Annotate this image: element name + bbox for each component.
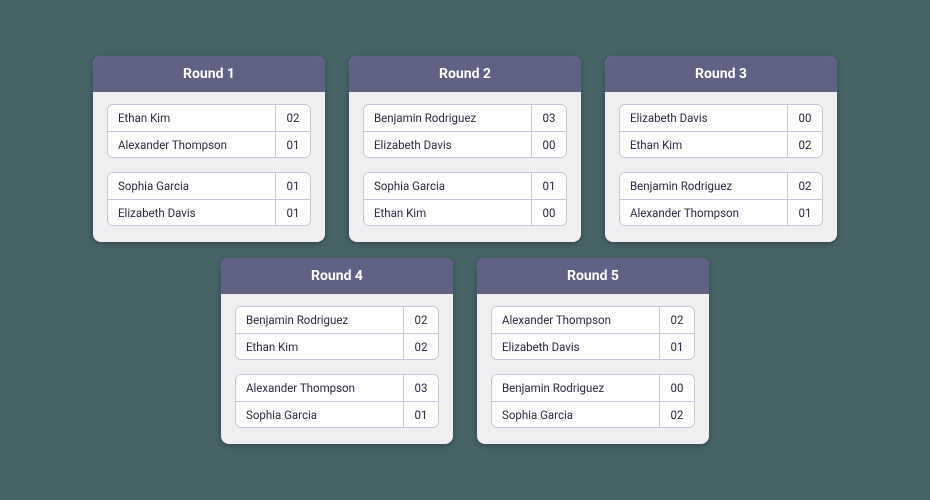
player-score: 01 [276, 173, 310, 199]
bracket-row-top: Round 1 Ethan Kim 02 Alexander Thompson … [93, 56, 837, 242]
player-score: 01 [404, 402, 438, 427]
match: Benjamin Rodriguez 03 Elizabeth Davis 00 [363, 104, 567, 158]
player-name: Benjamin Rodriguez [620, 173, 788, 199]
player-name: Elizabeth Davis [108, 200, 276, 225]
player-score: 00 [532, 200, 566, 225]
player-score: 02 [660, 307, 694, 333]
round-body: Ethan Kim 02 Alexander Thompson 01 Sophi… [93, 92, 325, 242]
player-row: Sophia Garcia 02 [492, 401, 694, 427]
player-name: Alexander Thompson [236, 375, 404, 401]
player-name: Elizabeth Davis [492, 334, 660, 359]
match: Elizabeth Davis 00 Ethan Kim 02 [619, 104, 823, 158]
match: Sophia Garcia 01 Elizabeth Davis 01 [107, 172, 311, 226]
player-row: Ethan Kim 02 [236, 333, 438, 359]
round-card: Round 3 Elizabeth Davis 00 Ethan Kim 02 … [605, 56, 837, 242]
player-row: Benjamin Rodriguez 03 [364, 105, 566, 131]
player-score: 01 [660, 334, 694, 359]
player-name: Sophia Garcia [492, 402, 660, 427]
player-name: Sophia Garcia [108, 173, 276, 199]
round-title: Round 5 [477, 258, 709, 294]
player-row: Ethan Kim 02 [108, 105, 310, 131]
player-score: 02 [276, 105, 310, 131]
player-name: Benjamin Rodriguez [236, 307, 404, 333]
round-title: Round 1 [93, 56, 325, 92]
round-body: Elizabeth Davis 00 Ethan Kim 02 Benjamin… [605, 92, 837, 242]
player-score: 03 [532, 105, 566, 131]
match: Benjamin Rodriguez 00 Sophia Garcia 02 [491, 374, 695, 428]
player-name: Sophia Garcia [236, 402, 404, 427]
round-card: Round 5 Alexander Thompson 02 Elizabeth … [477, 258, 709, 444]
player-name: Alexander Thompson [620, 200, 788, 225]
player-score: 00 [788, 105, 822, 131]
player-row: Benjamin Rodriguez 02 [620, 173, 822, 199]
player-score: 02 [660, 402, 694, 427]
player-row: Ethan Kim 00 [364, 199, 566, 225]
player-name: Alexander Thompson [108, 132, 276, 157]
round-title: Round 3 [605, 56, 837, 92]
player-score: 01 [276, 200, 310, 225]
player-row: Ethan Kim 02 [620, 131, 822, 157]
round-body: Benjamin Rodriguez 03 Elizabeth Davis 00… [349, 92, 581, 242]
player-name: Elizabeth Davis [620, 105, 788, 131]
player-row: Sophia Garcia 01 [236, 401, 438, 427]
match: Sophia Garcia 01 Ethan Kim 00 [363, 172, 567, 226]
player-row: Alexander Thompson 03 [236, 375, 438, 401]
player-row: Alexander Thompson 02 [492, 307, 694, 333]
player-name: Sophia Garcia [364, 173, 532, 199]
player-row: Alexander Thompson 01 [620, 199, 822, 225]
round-title: Round 2 [349, 56, 581, 92]
player-row: Benjamin Rodriguez 02 [236, 307, 438, 333]
player-name: Ethan Kim [620, 132, 788, 157]
round-body: Benjamin Rodriguez 02 Ethan Kim 02 Alexa… [221, 294, 453, 444]
round-card: Round 2 Benjamin Rodriguez 03 Elizabeth … [349, 56, 581, 242]
player-row: Sophia Garcia 01 [364, 173, 566, 199]
player-name: Ethan Kim [236, 334, 404, 359]
player-name: Ethan Kim [364, 200, 532, 225]
match: Benjamin Rodriguez 02 Alexander Thompson… [619, 172, 823, 226]
round-title: Round 4 [221, 258, 453, 294]
match: Benjamin Rodriguez 02 Ethan Kim 02 [235, 306, 439, 360]
player-score: 02 [788, 132, 822, 157]
round-body: Alexander Thompson 02 Elizabeth Davis 01… [477, 294, 709, 444]
player-score: 01 [532, 173, 566, 199]
player-name: Benjamin Rodriguez [492, 375, 660, 401]
match: Alexander Thompson 03 Sophia Garcia 01 [235, 374, 439, 428]
player-score: 00 [660, 375, 694, 401]
player-name: Alexander Thompson [492, 307, 660, 333]
round-card: Round 1 Ethan Kim 02 Alexander Thompson … [93, 56, 325, 242]
player-row: Elizabeth Davis 01 [492, 333, 694, 359]
player-row: Elizabeth Davis 00 [364, 131, 566, 157]
player-name: Ethan Kim [108, 105, 276, 131]
player-row: Benjamin Rodriguez 00 [492, 375, 694, 401]
player-row: Alexander Thompson 01 [108, 131, 310, 157]
player-score: 03 [404, 375, 438, 401]
player-score: 01 [276, 132, 310, 157]
player-score: 01 [788, 200, 822, 225]
player-score: 02 [404, 307, 438, 333]
player-score: 02 [404, 334, 438, 359]
player-name: Benjamin Rodriguez [364, 105, 532, 131]
round-card: Round 4 Benjamin Rodriguez 02 Ethan Kim … [221, 258, 453, 444]
player-name: Elizabeth Davis [364, 132, 532, 157]
player-row: Elizabeth Davis 00 [620, 105, 822, 131]
player-row: Sophia Garcia 01 [108, 173, 310, 199]
player-score: 02 [788, 173, 822, 199]
player-score: 00 [532, 132, 566, 157]
bracket-row-bottom: Round 4 Benjamin Rodriguez 02 Ethan Kim … [221, 258, 709, 444]
match: Alexander Thompson 02 Elizabeth Davis 01 [491, 306, 695, 360]
player-row: Elizabeth Davis 01 [108, 199, 310, 225]
match: Ethan Kim 02 Alexander Thompson 01 [107, 104, 311, 158]
